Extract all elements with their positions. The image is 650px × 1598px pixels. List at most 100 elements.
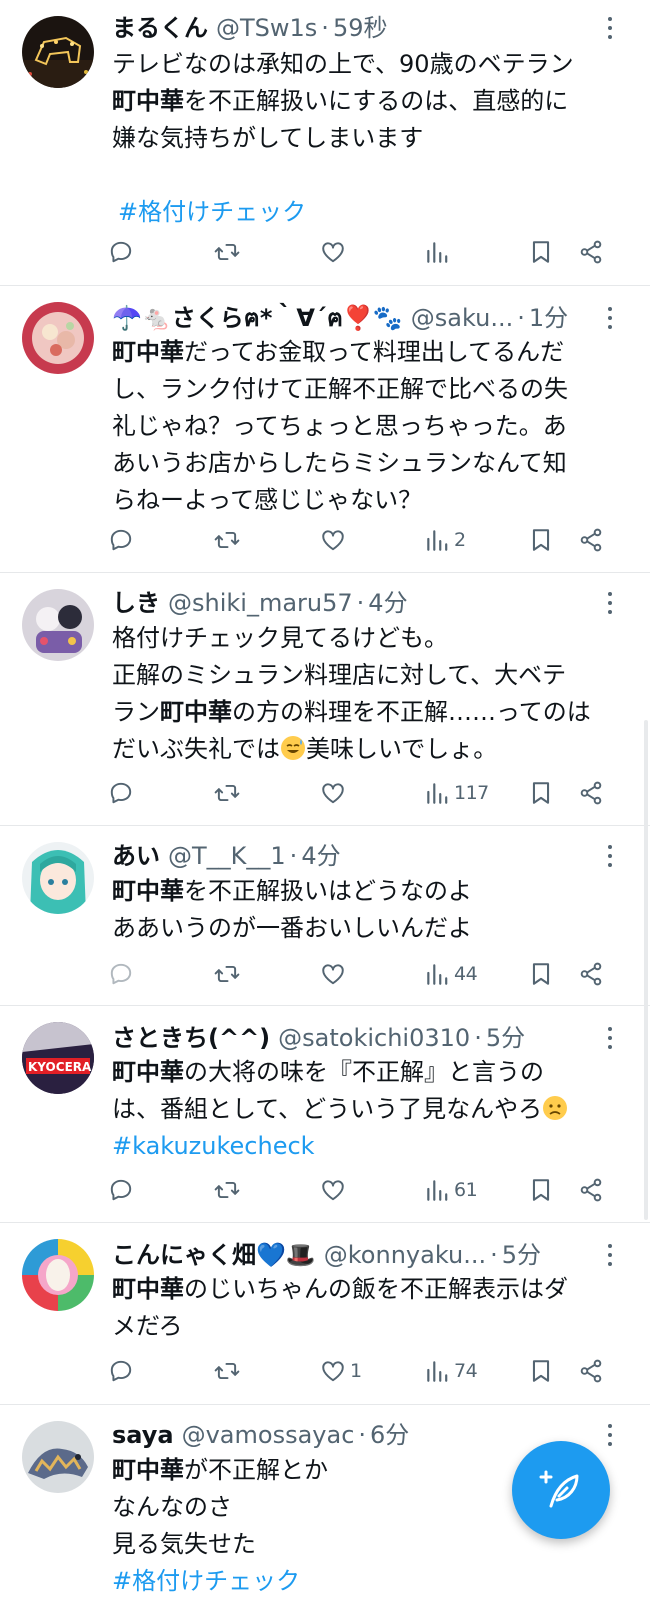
like-button[interactable] — [320, 520, 346, 560]
tweet[interactable]: あい @T__K__1 · 4分 町中華を不正解扱いはどうなのよ ああいうのが一… — [0, 826, 650, 1006]
more-vertical-icon[interactable] — [600, 585, 620, 621]
bookmark-button[interactable] — [528, 1170, 554, 1210]
user-handle[interactable]: @satokichi0310 — [278, 1020, 470, 1056]
user-handle[interactable]: @shiki_maru57 — [168, 585, 353, 621]
scrollbar[interactable] — [644, 720, 648, 1220]
views-button[interactable]: 44 — [424, 954, 478, 994]
more-vertical-icon[interactable] — [600, 300, 620, 336]
share-button[interactable] — [578, 954, 604, 994]
tweet[interactable]: こんにゃく畑💙🎩 @konnyaku... · 5分 町中華のじいちゃんの飯を不… — [0, 1223, 650, 1405]
more-vertical-icon[interactable] — [600, 1020, 620, 1056]
share-icon — [578, 1358, 604, 1384]
reply-button[interactable] — [108, 954, 134, 994]
tweet[interactable]: まるくん @TSw1s · 59秒 テレビなのは承知の上で、90歳のベテラン 町… — [0, 0, 650, 286]
more-vertical-icon[interactable] — [600, 1237, 620, 1273]
share-button[interactable] — [578, 232, 604, 272]
share-button[interactable] — [578, 520, 604, 560]
tweet[interactable]: KYOCERA さときち(^^) @satokichi0310 · 5分 町中華… — [0, 1006, 650, 1223]
tweet-header: saya @vamossayac · 6分 — [112, 1417, 596, 1453]
tweet-actions — [108, 232, 618, 272]
timestamp[interactable]: 59秒 — [333, 10, 388, 46]
timestamp[interactable]: 4分 — [368, 585, 407, 621]
worried-face-emoji — [543, 1096, 568, 1120]
svg-text:KYOCERA: KYOCERA — [28, 1060, 92, 1074]
views-button[interactable] — [424, 232, 450, 272]
avatar[interactable] — [22, 1421, 94, 1493]
more-vertical-icon[interactable] — [600, 1417, 620, 1453]
like-button[interactable] — [320, 1170, 346, 1210]
bookmark-icon — [528, 527, 554, 553]
avatar[interactable] — [22, 302, 94, 374]
bookmark-button[interactable] — [528, 954, 554, 994]
like-button[interactable] — [320, 232, 346, 272]
retweet-button[interactable] — [214, 232, 240, 272]
avatar[interactable] — [22, 589, 94, 661]
display-name[interactable]: こんにゃく畑💙🎩 — [112, 1237, 316, 1273]
more-vertical-icon[interactable] — [600, 10, 620, 46]
user-handle[interactable]: @konnyaku... — [324, 1237, 486, 1273]
avatar[interactable] — [22, 16, 94, 88]
reply-button[interactable] — [108, 520, 134, 560]
retweet-button[interactable] — [214, 773, 240, 813]
share-icon — [578, 780, 604, 806]
avatar[interactable] — [22, 1239, 94, 1311]
bookmark-button[interactable] — [528, 232, 554, 272]
bar-chart-icon — [424, 961, 450, 987]
user-handle[interactable]: @TSw1s — [216, 10, 317, 46]
retweet-button[interactable] — [214, 520, 240, 560]
tweet[interactable]: ☂️🐁さくらฅ*｀∀´ฅ❣️🐾 @saku... · 1分 町中華だってお金取っ… — [0, 286, 650, 573]
bookmark-button[interactable] — [528, 773, 554, 813]
tweet[interactable]: しき @shiki_maru57 · 4分 格付けチェック見てるけども。 正解の… — [0, 573, 650, 826]
views-button[interactable]: 117 — [424, 773, 489, 813]
user-handle[interactable]: @saku... — [411, 300, 513, 336]
text-line: ああいうのが一番おいしいんだよ — [112, 914, 472, 942]
display-name[interactable]: さときち(^^) — [112, 1020, 270, 1056]
user-handle[interactable]: @vamossayac — [182, 1417, 355, 1453]
reply-button[interactable] — [108, 1170, 134, 1210]
bar-chart-icon — [424, 780, 450, 806]
reply-button[interactable] — [108, 1351, 134, 1391]
like-button[interactable] — [320, 954, 346, 994]
timestamp[interactable]: 1分 — [529, 300, 568, 336]
text-line: だいぶ失礼では — [112, 735, 280, 763]
bookmark-icon — [528, 1358, 554, 1384]
share-button[interactable] — [578, 1170, 604, 1210]
text-line: 美味しいでしょ。 — [306, 735, 498, 763]
views-button[interactable]: 61 — [424, 1170, 478, 1210]
timestamp[interactable]: 4分 — [301, 838, 340, 874]
more-vertical-icon[interactable] — [600, 838, 620, 874]
retweet-button[interactable] — [214, 1351, 240, 1391]
retweet-icon — [214, 780, 240, 806]
timestamp[interactable]: 5分 — [486, 1020, 525, 1056]
hashtag-link[interactable]: #kakuzukecheck — [112, 1132, 315, 1160]
hashtag-link[interactable]: #格付けチェック — [118, 198, 306, 226]
views-count: 61 — [454, 1179, 478, 1201]
reply-button[interactable] — [108, 773, 134, 813]
views-button[interactable]: 2 — [424, 520, 466, 560]
share-button[interactable] — [578, 1351, 604, 1391]
timestamp[interactable]: 5分 — [502, 1237, 541, 1273]
avatar[interactable]: KYOCERA — [22, 1022, 94, 1094]
retweet-button[interactable] — [214, 1170, 240, 1210]
timestamp[interactable]: 6分 — [370, 1417, 409, 1453]
display-name[interactable]: ☂️🐁さくらฅ*｀∀´ฅ❣️🐾 — [112, 300, 403, 336]
bookmark-button[interactable] — [528, 520, 554, 560]
reply-button[interactable] — [108, 232, 134, 272]
user-handle[interactable]: @T__K__1 — [168, 838, 286, 874]
display-name[interactable]: まるくん — [112, 10, 208, 46]
retweet-button[interactable] — [214, 954, 240, 994]
hashtag-link[interactable]: #格付けチェック — [112, 1567, 300, 1595]
avatar[interactable] — [22, 842, 94, 914]
views-button[interactable]: 74 — [424, 1351, 478, 1391]
tweet-text: 町中華のじいちゃんの飯を不正解表示はダ メだろ — [112, 1271, 618, 1345]
display-name[interactable]: しき — [112, 585, 160, 621]
like-button[interactable] — [320, 773, 346, 813]
compose-button[interactable] — [512, 1441, 610, 1539]
display-name[interactable]: saya — [112, 1417, 174, 1453]
display-name[interactable]: あい — [112, 838, 160, 874]
like-button[interactable]: 1 — [320, 1351, 362, 1391]
share-icon — [578, 961, 604, 987]
text-line: 礼じゃね？ってちょっと思っちゃった。あ — [112, 412, 567, 440]
share-button[interactable] — [578, 773, 604, 813]
bookmark-button[interactable] — [528, 1351, 554, 1391]
